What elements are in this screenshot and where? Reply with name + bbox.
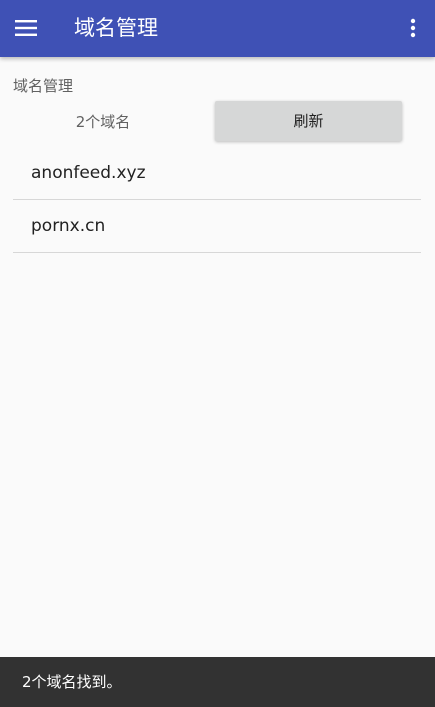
app-bar: 域名管理	[0, 0, 435, 57]
app-screen: 域名管理 域名管理 2个域名 刷新 anonfeed.xyz pornx.cn …	[0, 0, 435, 707]
domain-count-label: 2个域名	[75, 113, 131, 131]
refresh-button[interactable]: 刷新	[215, 101, 402, 141]
snackbar-message: 2个域名找到。	[22, 673, 122, 691]
domain-list-item[interactable]: pornx.cn	[13, 200, 421, 253]
more-vertical-icon	[410, 18, 416, 38]
domain-name: anonfeed.xyz	[31, 163, 146, 183]
domain-name: pornx.cn	[31, 216, 106, 236]
hamburger-menu-icon	[15, 20, 37, 36]
overflow-menu-button[interactable]	[403, 14, 423, 42]
domain-list: anonfeed.xyz pornx.cn	[13, 147, 421, 253]
section-label: 域名管理	[13, 77, 74, 95]
snackbar: 2个域名找到。	[0, 657, 435, 707]
page-title: 域名管理	[74, 16, 158, 40]
domain-list-item[interactable]: anonfeed.xyz	[13, 147, 421, 200]
menu-button[interactable]	[12, 14, 40, 42]
